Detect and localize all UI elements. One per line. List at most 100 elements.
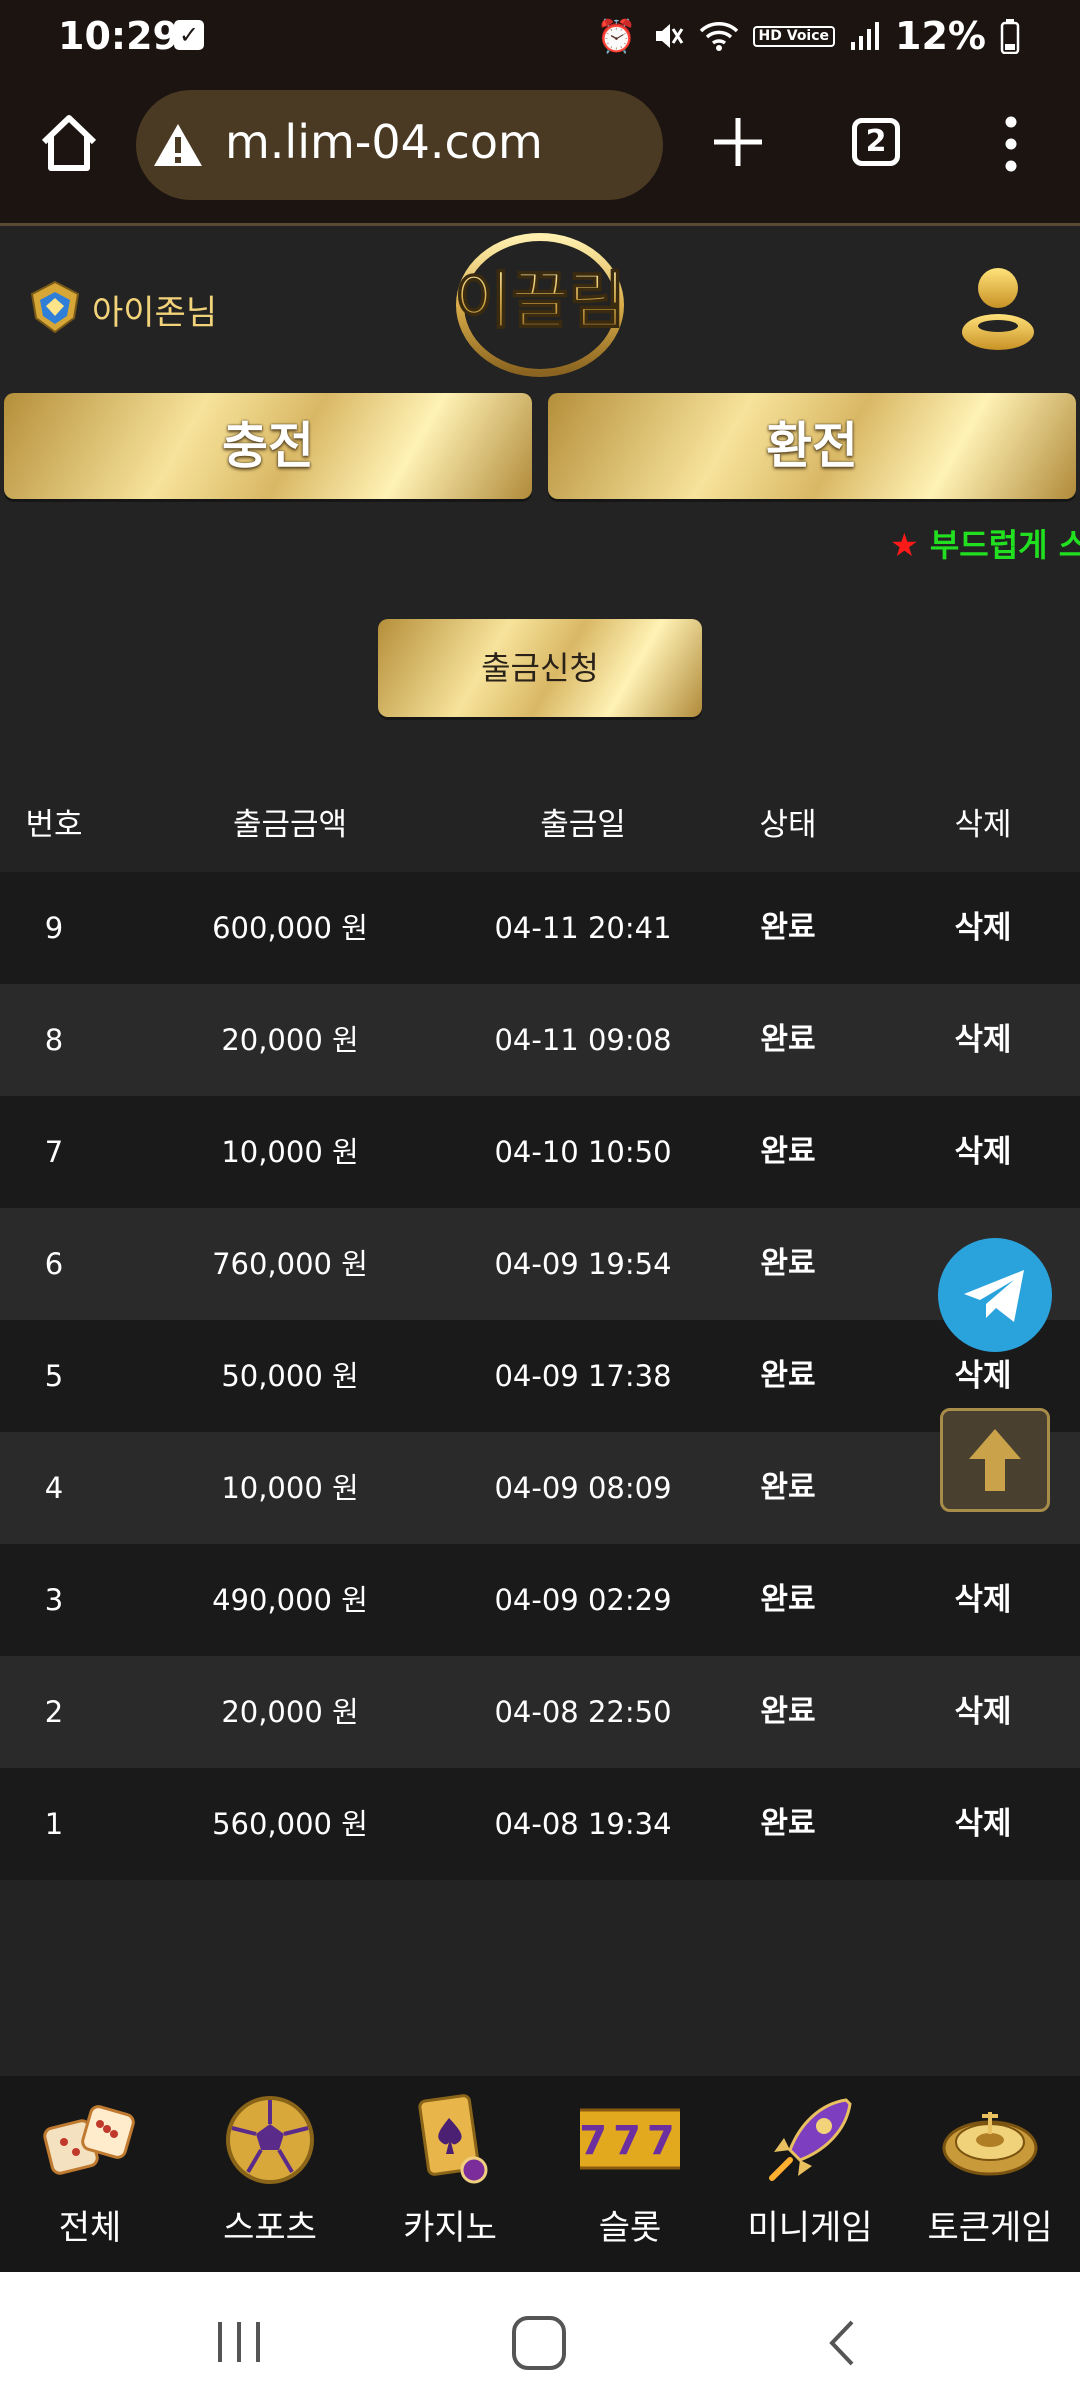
nav-label: 카지노 xyxy=(403,2208,497,2248)
status-icons: ⏰ HD Voice 12% xyxy=(597,14,1020,58)
nav-label: 전체 xyxy=(58,2208,122,2248)
delete-button[interactable]: 삭제 xyxy=(900,984,1066,1096)
delete-button[interactable]: 삭제 xyxy=(900,1096,1066,1208)
nav-label: 스포츠 xyxy=(223,2208,317,2248)
cell-status: 완료 xyxy=(760,910,816,945)
cell-amount: 50,000 원 xyxy=(221,1359,359,1393)
dice-icon xyxy=(43,2105,135,2175)
cell-number: 9 xyxy=(44,911,64,945)
status-time: 10:29 xyxy=(58,14,179,58)
cell-amount: 10,000 원 xyxy=(221,1135,359,1169)
vip-badge-icon xyxy=(30,280,80,334)
cell-status: 완료 xyxy=(760,1470,816,1505)
delete-button[interactable]: 삭제 xyxy=(900,1656,1066,1768)
header-number: 번호 xyxy=(25,807,83,843)
table-row: 8 20,000 원 04-11 09:08 완료 삭제 xyxy=(0,984,1080,1096)
nav-label: 미니게임 xyxy=(747,2208,873,2248)
cell-amount: 760,000 원 xyxy=(212,1247,368,1281)
cell-date: 04-11 20:41 xyxy=(494,911,672,945)
user-name[interactable]: 아이존님 xyxy=(92,285,217,334)
table-row: 5 50,000 원 04-09 17:38 완료 삭제 xyxy=(0,1320,1080,1432)
alarm-icon: ⏰ xyxy=(596,17,637,55)
recent-apps-icon[interactable] xyxy=(214,2322,264,2362)
warning-icon[interactable] xyxy=(152,121,204,169)
scroll-top-button[interactable] xyxy=(940,1408,1050,1512)
cell-number: 1 xyxy=(44,1807,64,1841)
exchange-button[interactable]: 환전 xyxy=(548,393,1076,499)
table-row: 2 20,000 원 04-08 22:50 완료 삭제 xyxy=(0,1656,1080,1768)
telegram-button[interactable] xyxy=(938,1238,1052,1352)
logo-text: 이끌림 xyxy=(454,264,625,337)
nav-item-casino[interactable]: 카지노 xyxy=(360,2090,540,2270)
table-header: 번호 출금금액 출금일 상태 삭제 xyxy=(0,790,1080,860)
header-status: 상태 xyxy=(759,807,817,843)
arrow-up-icon xyxy=(969,1429,1021,1491)
cell-amount: 600,000 원 xyxy=(212,911,368,945)
new-tab-icon[interactable] xyxy=(708,112,768,172)
back-icon[interactable] xyxy=(826,2318,856,2368)
cell-amount: 20,000 원 xyxy=(221,1023,359,1057)
cell-date: 04-09 02:29 xyxy=(494,1583,672,1617)
cell-status: 완료 xyxy=(760,1582,816,1617)
cell-status: 완료 xyxy=(760,1358,816,1393)
slot-777-icon: 777 xyxy=(580,2108,680,2170)
more-menu-icon[interactable] xyxy=(998,112,1024,176)
cell-date: 04-11 09:08 xyxy=(494,1023,672,1057)
withdraw-request-button[interactable]: 출금신청 xyxy=(378,619,702,717)
system-home-button[interactable] xyxy=(512,2316,566,2370)
battery-percent: 12% xyxy=(895,14,986,58)
rocket-icon xyxy=(769,2098,852,2181)
cell-date: 04-09 08:09 xyxy=(494,1471,672,1505)
cell-status: 완료 xyxy=(760,1134,816,1169)
header-date: 출금일 xyxy=(540,807,626,843)
nav-item-all[interactable]: 전체 xyxy=(0,2090,180,2270)
header-amount: 출금금액 xyxy=(232,807,348,843)
cell-date: 04-10 10:50 xyxy=(494,1135,672,1169)
slot-icon-text: 777 xyxy=(580,2118,680,2164)
nav-item-sports[interactable]: 스포츠 xyxy=(180,2090,360,2270)
cell-number: 4 xyxy=(44,1471,64,1505)
star-icon: ★ xyxy=(890,526,919,564)
checkbox-notification-icon: ✓ xyxy=(174,20,204,50)
notice-marquee: ★ 부드럽게 스 xyxy=(890,520,1080,566)
hd-voice-icon: HD Voice xyxy=(752,25,836,47)
cell-date: 04-08 19:34 xyxy=(494,1807,672,1841)
url-text[interactable]: m.lim-04.com xyxy=(225,115,543,169)
profile-icon[interactable] xyxy=(958,266,1038,352)
cell-number: 5 xyxy=(44,1359,64,1393)
table-row: 6 760,000 원 04-09 19:54 완료 삭제 xyxy=(0,1208,1080,1320)
header-delete: 삭제 xyxy=(954,807,1012,843)
roulette-icon xyxy=(942,2112,1038,2176)
delete-button[interactable]: 삭제 xyxy=(900,1768,1066,1880)
nav-item-token-game[interactable]: 토큰게임 xyxy=(900,2090,1080,2270)
nav-item-minigame[interactable]: 미니게임 xyxy=(720,2090,900,2270)
nav-item-slot[interactable]: 777 슬롯 xyxy=(540,2090,720,2270)
cell-date: 04-09 19:54 xyxy=(494,1247,672,1281)
cell-amount: 560,000 원 xyxy=(212,1807,368,1841)
home-icon[interactable] xyxy=(36,110,102,176)
charge-button[interactable]: 충전 xyxy=(4,393,532,499)
tab-switcher-button[interactable]: 2 xyxy=(852,118,900,166)
nav-label: 슬롯 xyxy=(598,2208,662,2248)
delete-button[interactable]: 삭제 xyxy=(900,872,1066,984)
cell-number: 2 xyxy=(44,1695,64,1729)
mute-icon xyxy=(655,24,683,48)
wifi-icon xyxy=(699,22,738,51)
marquee-text: 부드럽게 스 xyxy=(929,526,1080,564)
cell-status: 완료 xyxy=(760,1246,816,1281)
cell-number: 7 xyxy=(44,1135,64,1169)
table-row: 7 10,000 원 04-10 10:50 완료 삭제 xyxy=(0,1096,1080,1208)
nav-label: 토큰게임 xyxy=(927,2208,1053,2248)
delete-button[interactable]: 삭제 xyxy=(900,1544,1066,1656)
table-row: 3 490,000 원 04-09 02:29 완료 삭제 xyxy=(0,1544,1080,1656)
cell-number: 6 xyxy=(44,1247,64,1281)
table-row: 9 600,000 원 04-11 20:41 완료 삭제 xyxy=(0,872,1080,984)
cell-amount: 20,000 원 xyxy=(221,1695,359,1729)
site-logo[interactable]: 이끌림 xyxy=(440,230,640,380)
soccer-ball-icon xyxy=(226,2096,314,2184)
cell-number: 8 xyxy=(44,1023,64,1057)
playing-card-icon xyxy=(418,2094,488,2184)
battery-icon xyxy=(1000,19,1020,54)
signal-icon xyxy=(851,22,880,50)
table-row: 4 10,000 원 04-09 08:09 완료 삭제 xyxy=(0,1432,1080,1544)
